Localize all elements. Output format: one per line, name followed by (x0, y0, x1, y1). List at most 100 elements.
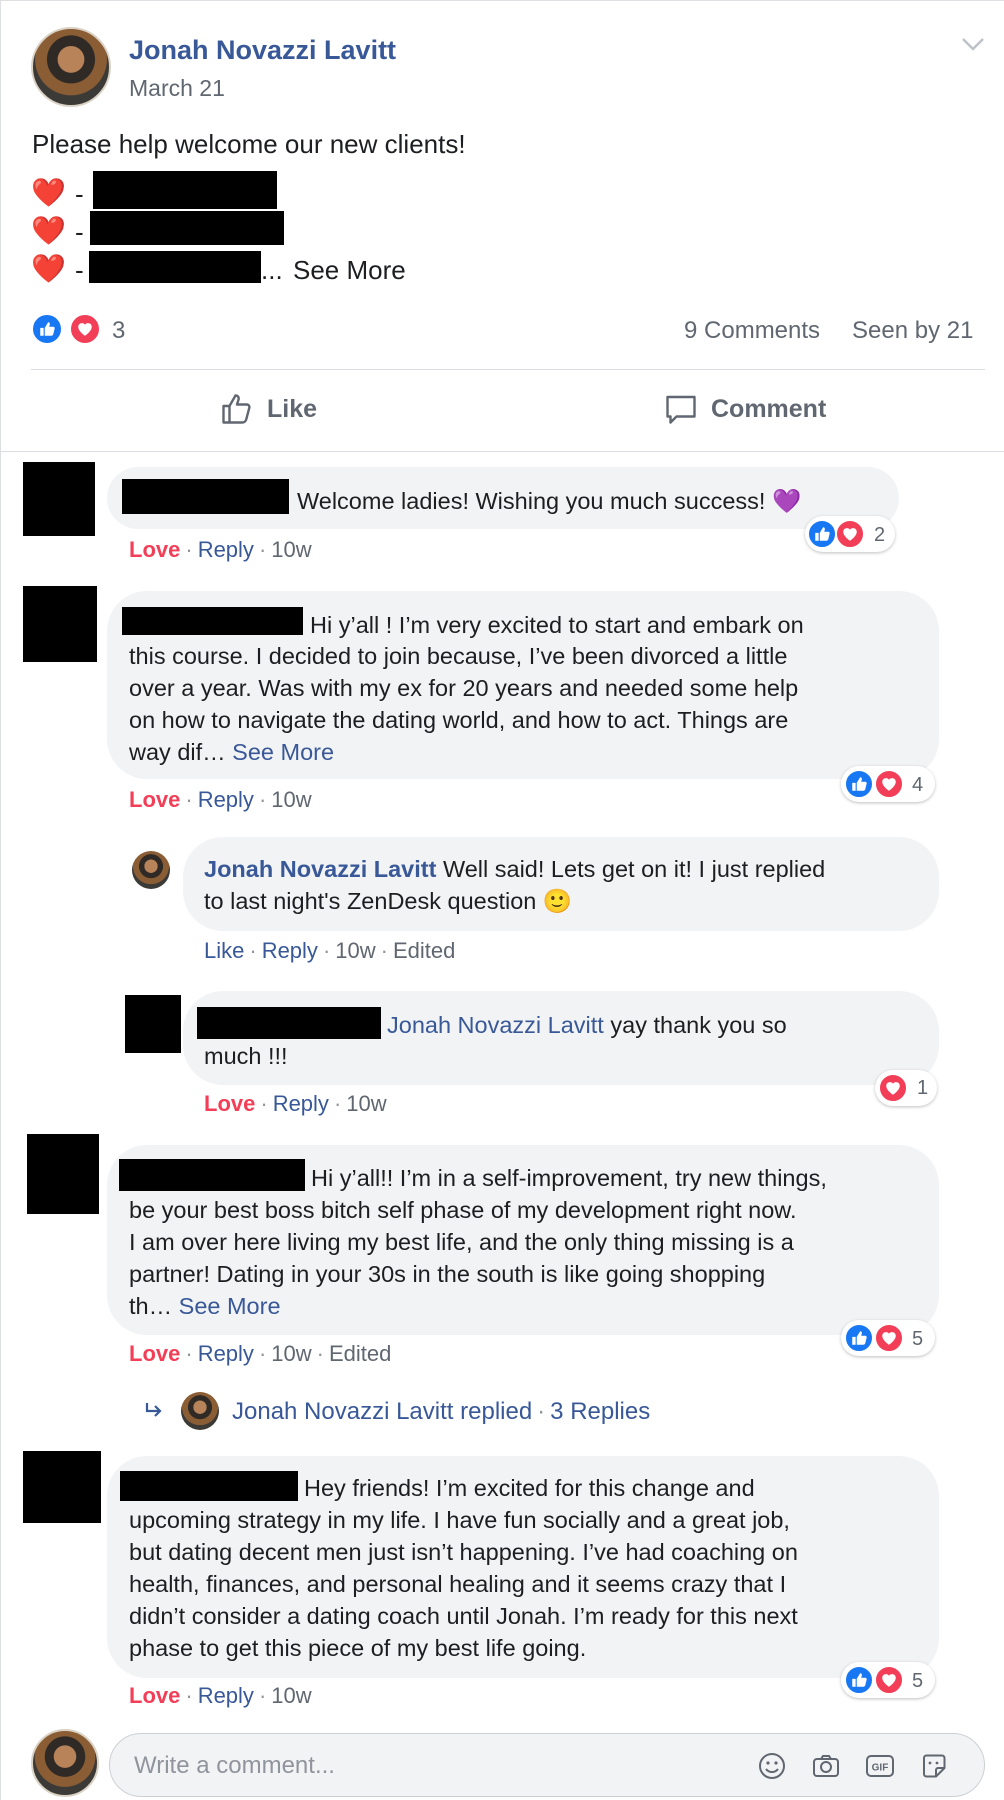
comment-meta: Love · Reply · 10w · Edited (129, 1341, 392, 1366)
truncated-text: th… (129, 1293, 173, 1319)
replied-text[interactable]: replied (460, 1398, 532, 1425)
reply-link[interactable]: Reply (198, 787, 254, 812)
redacted-name[interactable] (120, 1471, 298, 1501)
sticker-icon[interactable] (918, 1750, 950, 1782)
post-author[interactable]: Jonah Novazzi Lavitt (129, 35, 396, 66)
comment-line: health, finances, and personal healing a… (129, 1571, 787, 1597)
edited-label[interactable]: Edited (393, 938, 455, 963)
list-dash: - (75, 255, 84, 285)
commenter-avatar[interactable] (23, 586, 97, 662)
reaction-count: 2 (874, 524, 886, 546)
comment-time[interactable]: 10w (271, 1341, 311, 1366)
reply-author-avatar[interactable] (125, 995, 181, 1053)
comment-line: this course. I decided to join because, … (129, 643, 788, 669)
heart-emoji-icon: ❤️ (31, 177, 66, 208)
reaction-count: 4 (912, 774, 924, 796)
reply-time[interactable]: 10w (335, 938, 375, 963)
redacted-name (93, 171, 277, 209)
comment-outline-icon (666, 395, 696, 424)
replies-count[interactable]: 3 Replies (550, 1398, 650, 1425)
post-card: Jonah Novazzi Lavitt March 21 Please hel… (0, 0, 1004, 1800)
reply-link[interactable]: Reply (198, 1683, 254, 1708)
like-icon (844, 1665, 874, 1695)
reply-link[interactable]: Reply (198, 1341, 254, 1366)
love-reaction-link[interactable]: Love (129, 1683, 180, 1708)
view-replies-link[interactable]: Jonah Novazzi Lavitt replied · 3 Replies (232, 1398, 650, 1426)
reaction-count[interactable]: 3 (112, 317, 125, 345)
love-reaction-link[interactable]: Love (129, 1341, 180, 1366)
reply-meta: Love · Reply · 10w (204, 1091, 387, 1116)
reply-link[interactable]: Reply (262, 938, 318, 963)
reply-arrow-icon (145, 1403, 162, 1417)
comment-time[interactable]: 10w (271, 1683, 311, 1708)
commenter-avatar[interactable] (23, 1451, 101, 1523)
emoji-icon[interactable] (756, 1750, 788, 1782)
reply-line: Jonah Novazzi Lavitt yay thank you so (387, 1011, 787, 1039)
redacted-name (90, 211, 284, 245)
comment-composer[interactable]: GIF (109, 1733, 985, 1797)
redacted-name[interactable] (119, 1159, 305, 1191)
comment-line: over a year. Was with my ex for 20 years… (129, 675, 799, 701)
post-date[interactable]: March 21 (129, 75, 225, 102)
gif-icon[interactable]: GIF (864, 1750, 896, 1782)
chevron-down-icon[interactable] (961, 37, 985, 51)
redacted-name (89, 251, 261, 283)
love-reaction-link[interactable]: Love (129, 787, 180, 812)
heart-emoji-icon: ❤️ (31, 215, 66, 246)
comment-line: Hi y’all ! I’m very excited to start and… (310, 612, 804, 638)
comment-input[interactable] (134, 1748, 734, 1784)
reply-author-avatar[interactable] (132, 851, 170, 889)
post-text: Please help welcome our new clients! (32, 129, 466, 159)
comment-time[interactable]: 10w (271, 787, 311, 812)
like-button[interactable]: Like (219, 391, 317, 427)
comment-meta: Love · Reply · 10w (129, 537, 312, 562)
love-icon[interactable] (69, 313, 101, 345)
reply-bubble (183, 837, 939, 931)
like-icon[interactable] (31, 313, 63, 345)
svg-text:GIF: GIF (872, 1763, 889, 1774)
ellipsis: ... (261, 255, 283, 285)
love-icon (878, 1073, 908, 1103)
comments-count[interactable]: 9 Comments (684, 317, 820, 345)
camera-icon[interactable] (810, 1750, 842, 1782)
thumbs-up-outline-icon (222, 394, 251, 424)
see-more-link[interactable]: See More (232, 739, 334, 765)
comment-button[interactable]: Comment (663, 391, 826, 427)
comment-line: didn’t consider a dating coach until Jon… (129, 1603, 798, 1629)
comment-time[interactable]: 10w (271, 537, 311, 562)
replied-author[interactable]: Jonah Novazzi Lavitt (232, 1398, 453, 1425)
reply-link[interactable]: Reply (273, 1091, 329, 1116)
love-reaction-link[interactable]: Love (129, 537, 180, 562)
reply-link[interactable]: Reply (198, 537, 254, 562)
comment-line: Hey friends! I’m excited for this change… (304, 1475, 755, 1501)
reply-author[interactable]: Jonah Novazzi Lavitt (204, 856, 436, 882)
comment-line: way dif… See More (129, 738, 334, 766)
commenter-avatar[interactable] (23, 462, 95, 536)
reply-meta: Like · Reply · 10w · Edited (204, 938, 456, 963)
like-icon (844, 1323, 874, 1353)
redacted-name[interactable] (122, 479, 289, 514)
comment-label: Comment (711, 394, 827, 423)
commenter-avatar[interactable] (27, 1134, 99, 1214)
mention-link[interactable]: Jonah Novazzi Lavitt (387, 1012, 604, 1038)
comment-line: phase to get this piece of my best life … (129, 1635, 587, 1661)
reaction-count: 1 (917, 1077, 929, 1099)
author-avatar[interactable] (31, 27, 111, 107)
reply-author-avatar[interactable] (181, 1392, 219, 1430)
redacted-name[interactable] (122, 607, 303, 635)
like-reaction-link[interactable]: Like (204, 938, 244, 963)
redacted-name[interactable] (197, 1007, 381, 1039)
seen-by[interactable]: Seen by 21 (852, 317, 973, 345)
list-dash: - (75, 179, 84, 209)
list-dash: - (75, 217, 84, 247)
reply-line: Jonah Novazzi Lavitt Well said! Lets get… (204, 855, 825, 883)
love-reaction-link[interactable]: Love (204, 1091, 255, 1116)
reply-time[interactable]: 10w (346, 1091, 386, 1116)
see-more-link[interactable]: See More (179, 1293, 281, 1319)
like-icon (844, 769, 874, 799)
reaction-count: 5 (912, 1328, 924, 1350)
see-more-link[interactable]: See More (293, 255, 406, 286)
love-icon (835, 519, 865, 549)
edited-label[interactable]: Edited (329, 1341, 391, 1366)
comment-line: Hi y’all!! I’m in a self-improvement, tr… (311, 1165, 827, 1191)
